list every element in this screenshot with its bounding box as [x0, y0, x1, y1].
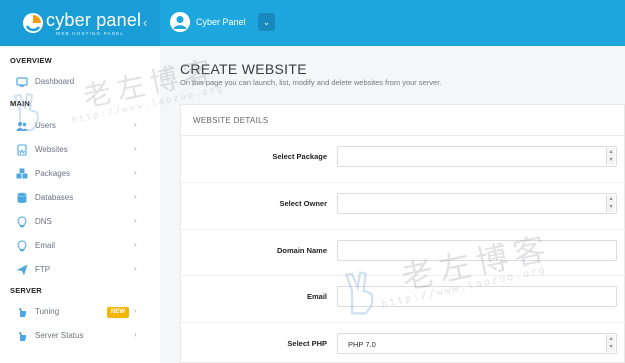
- user-menu-chevron-down-icon[interactable]: ⌄: [258, 13, 275, 31]
- divider: [181, 275, 625, 276]
- select-owner-label: Select Owner: [279, 199, 327, 208]
- divider: [181, 182, 625, 183]
- sidebar-item-dns[interactable]: DNS ›: [0, 211, 160, 233]
- chevron-right-icon: ›: [134, 192, 137, 201]
- chevron-right-icon: ›: [134, 168, 137, 177]
- sidebar-item-websites[interactable]: Websites ›: [0, 139, 160, 161]
- sidebar-item-label: Server Status: [35, 331, 84, 340]
- sidebar-section-server: SERVER: [10, 286, 42, 295]
- email-label: Email: [306, 292, 327, 301]
- select-package-dropdown[interactable]: ▴ ▾: [337, 146, 617, 167]
- sidebar-item-label: Packages: [35, 169, 71, 178]
- domain-name-label: Domain Name: [276, 246, 327, 255]
- dashboard-icon: [16, 77, 28, 87]
- sidebar-item-databases[interactable]: Databases ›: [0, 187, 160, 209]
- sidebar-item-packages[interactable]: Packages ›: [0, 163, 160, 185]
- brand-name: cyber panel: [46, 10, 142, 30]
- ftp-icon: [16, 264, 28, 276]
- sidebar-item-label: Tuning: [35, 307, 60, 316]
- brand-tagline: WEB HOSTING PANEL: [56, 31, 125, 36]
- website-details-card: WEBSITE DETAILS Select Package ▴ ▾ Select…: [180, 104, 625, 363]
- divider: [181, 229, 625, 230]
- sidebar-item-label: Databases: [35, 193, 74, 202]
- chevron-right-icon: ›: [134, 306, 137, 315]
- select-php-value: PHP 7.0: [348, 340, 376, 349]
- page-subtitle: On this page you can launch, list, modif…: [180, 78, 442, 87]
- sidebar-section-overview: OVERVIEW: [10, 56, 52, 65]
- page-title: CREATE WEBSITE: [180, 61, 307, 77]
- watermark-hand-icon: [13, 92, 39, 131]
- email-icon: [17, 240, 27, 252]
- dns-icon: [17, 216, 27, 228]
- chevron-right-icon: ›: [134, 120, 137, 129]
- chevron-right-icon: ›: [134, 216, 137, 225]
- dropdown-arrow-icon: ▴ ▾: [606, 335, 615, 352]
- card-title: WEBSITE DETAILS: [193, 116, 269, 125]
- email-input[interactable]: [337, 286, 617, 307]
- sidebar-item-dashboard[interactable]: Dashboard: [0, 71, 160, 93]
- chevron-right-icon: ›: [134, 240, 137, 249]
- domain-name-input[interactable]: [337, 240, 617, 261]
- avatar[interactable]: [170, 12, 190, 32]
- dropdown-arrow-icon: ▴ ▾: [606, 148, 615, 165]
- divider: [181, 322, 625, 323]
- user-name: Cyber Panel: [196, 17, 246, 27]
- sidebar-item-label: DNS: [35, 217, 52, 226]
- dropdown-arrow-icon: ▴ ▾: [606, 195, 615, 212]
- divider: [181, 135, 625, 136]
- cyberpanel-logo-icon: [23, 13, 43, 33]
- chevron-right-icon: ›: [134, 264, 137, 273]
- select-owner-dropdown[interactable]: ▴ ▾: [337, 193, 617, 214]
- sidebar-item-ftp[interactable]: FTP ›: [0, 259, 160, 281]
- top-header: cyber panel WEB HOSTING PANEL ‹ Cyber Pa…: [0, 0, 625, 46]
- select-php-dropdown[interactable]: PHP 7.0 ▴ ▾: [337, 333, 617, 354]
- sidebar-item-label: FTP: [35, 265, 51, 274]
- main-content: CREATE WEBSITE On this page you can laun…: [160, 46, 625, 363]
- sidebar-item-server-status[interactable]: Server Status ›: [0, 325, 160, 347]
- chevron-right-icon: ›: [134, 144, 137, 153]
- new-badge: NEW: [107, 307, 129, 318]
- websites-icon: [17, 144, 27, 156]
- tuning-icon: [19, 308, 27, 317]
- select-package-label: Select Package: [272, 152, 327, 161]
- watermark-hand-icon: [344, 271, 374, 315]
- sidebar-collapse-icon[interactable]: ‹: [143, 15, 147, 30]
- databases-icon: [17, 192, 27, 203]
- packages-icon: [16, 168, 28, 179]
- server-status-icon: [19, 332, 27, 341]
- sidebar-item-label: Email: [35, 241, 56, 250]
- brand-area: cyber panel WEB HOSTING PANEL ‹: [0, 0, 160, 46]
- select-php-label: Select PHP: [287, 339, 327, 348]
- sidebar-item-label: Websites: [35, 145, 68, 154]
- sidebar-item-tuning[interactable]: Tuning NEW ›: [0, 301, 160, 323]
- sidebar-item-label: Dashboard: [35, 77, 75, 86]
- sidebar-item-email[interactable]: Email ›: [0, 235, 160, 257]
- chevron-right-icon: ›: [134, 330, 137, 339]
